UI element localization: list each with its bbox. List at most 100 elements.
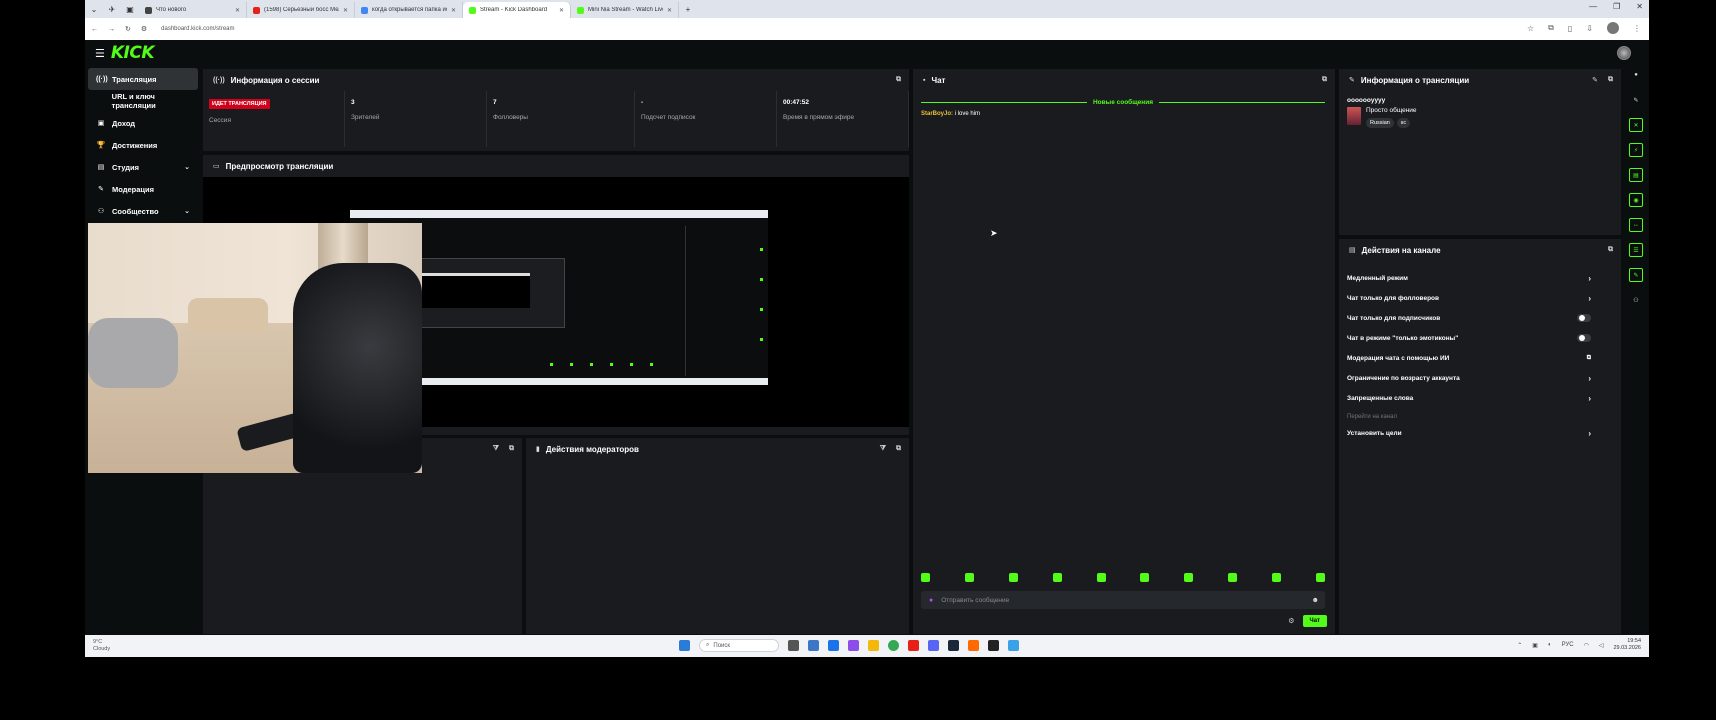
sidebar-item[interactable]: ⚇ Сообщество ⌄ bbox=[88, 200, 198, 222]
sidebar-item[interactable]: URL и ключ трансляции bbox=[88, 90, 198, 112]
tab-close-icon[interactable]: ✕ bbox=[235, 7, 240, 14]
goto-channel-link[interactable]: Перейти на канал bbox=[1347, 414, 1397, 420]
pinned-tab-icon[interactable]: ✈ bbox=[103, 0, 121, 18]
language-indicator[interactable]: РУС bbox=[1562, 642, 1574, 648]
clock[interactable]: 19:54 29.03.2026 bbox=[1613, 638, 1641, 652]
channel-action-row[interactable]: Медленный режим › bbox=[1347, 269, 1591, 287]
quick-emote-icon[interactable] bbox=[1008, 573, 1018, 582]
quick-emote-icon[interactable] bbox=[1315, 573, 1325, 582]
chevron-down-icon[interactable]: ⌄ bbox=[184, 207, 190, 215]
app-icon-2[interactable] bbox=[828, 640, 839, 651]
quick-emote-icon[interactable] bbox=[964, 573, 974, 582]
profile-avatar[interactable] bbox=[1607, 22, 1619, 34]
app-icon-3[interactable] bbox=[848, 640, 859, 651]
popout-actions-icon[interactable]: ⧉ bbox=[1608, 246, 1613, 254]
filter-icon[interactable]: ⧩ bbox=[493, 445, 499, 453]
toggle-switch[interactable] bbox=[1577, 314, 1591, 322]
start-icon[interactable] bbox=[679, 640, 690, 651]
channel-action-row[interactable]: Модерация чата с помощью ИИ ⧉ bbox=[1347, 349, 1591, 367]
tray-app-icon[interactable]: ▣ bbox=[1532, 642, 1538, 649]
kick-logo[interactable]: KICK bbox=[111, 43, 155, 63]
emoji-picker-icon[interactable]: ☻ bbox=[1312, 597, 1319, 604]
chat-send-button[interactable]: Чат bbox=[1302, 615, 1327, 627]
close-window-icon[interactable]: ✕ bbox=[1636, 2, 1643, 11]
quick-emote-icon[interactable] bbox=[1184, 573, 1194, 582]
chat-settings-icon[interactable]: ⚙ bbox=[1288, 617, 1294, 625]
sidebar-item[interactable]: ▤ Студия ⌄ bbox=[88, 156, 198, 178]
maximize-icon[interactable]: ❐ bbox=[1613, 2, 1620, 11]
site-info-icon[interactable]: ⚙ bbox=[141, 25, 147, 33]
quick-emote-icon[interactable] bbox=[1272, 573, 1281, 582]
user-avatar[interactable] bbox=[1617, 46, 1631, 60]
quick-emote-icon[interactable] bbox=[921, 573, 930, 582]
url-field[interactable]: dashboard.kick.com/stream bbox=[161, 26, 234, 32]
quick-emote-icon[interactable] bbox=[1140, 573, 1150, 582]
pencil-icon[interactable]: ✎ bbox=[1629, 93, 1643, 107]
quick-emote-icon[interactable] bbox=[1052, 573, 1062, 582]
tab-close-icon[interactable]: ✕ bbox=[667, 7, 672, 14]
tab-menu-icon[interactable]: ⌄ bbox=[85, 0, 103, 18]
tray-app-icon-2[interactable]: ◐ bbox=[1548, 642, 1552, 648]
popout-icon-2[interactable]: ⧉ bbox=[509, 445, 514, 453]
filter-icon-2[interactable]: ⧩ bbox=[880, 445, 886, 453]
edge-icon[interactable] bbox=[1008, 640, 1019, 651]
rail-doc-icon[interactable]: ▤ bbox=[1629, 168, 1643, 182]
browser-menu-icon[interactable]: ⋮ bbox=[1633, 24, 1641, 33]
hamburger-menu-icon[interactable]: ☰ bbox=[95, 47, 105, 60]
chat-input[interactable]: ● Отправить сообщение ☻ bbox=[921, 591, 1325, 609]
browser-tab[interactable]: Mini Nia Stream - Watch Live o... ✕ bbox=[571, 2, 679, 18]
rail-collapse-icon[interactable]: ↔ bbox=[1629, 218, 1643, 232]
rail-list-icon[interactable]: ☰ bbox=[1629, 243, 1643, 257]
back-icon[interactable]: ← bbox=[91, 26, 98, 33]
tab-close-icon[interactable]: ✕ bbox=[343, 7, 348, 14]
rail-users-icon[interactable]: ⚇ bbox=[1629, 293, 1643, 307]
network-icon[interactable]: ◠ bbox=[1584, 642, 1589, 649]
volume-icon[interactable]: ◁ bbox=[1599, 642, 1604, 649]
popout-chat-icon[interactable]: ⧉ bbox=[1322, 76, 1327, 84]
sidebar-item[interactable]: ✎ Модерация bbox=[88, 178, 198, 200]
new-tab-icon[interactable]: + bbox=[679, 0, 697, 18]
stream-tag[interactable]: Russian bbox=[1366, 118, 1394, 128]
quick-emote-icon[interactable] bbox=[1228, 573, 1238, 582]
popout-info-icon[interactable]: ⧉ bbox=[1608, 76, 1613, 84]
browser-tab[interactable]: (1598) Серьезный босс Мелл... ✕ bbox=[247, 2, 355, 18]
forward-icon[interactable]: → bbox=[108, 26, 115, 33]
taskview-icon[interactable] bbox=[788, 640, 799, 651]
obs-icon[interactable] bbox=[988, 640, 999, 651]
chevron-down-icon[interactable]: ⌄ bbox=[184, 163, 190, 171]
channel-action-row[interactable]: Чат только для подписчиков bbox=[1347, 309, 1591, 327]
rail-bolt-icon[interactable]: ⚡ bbox=[1629, 143, 1643, 157]
popout-icon-3[interactable]: ⧉ bbox=[896, 445, 901, 453]
channel-action-row[interactable]: Чат только для фолловеров › bbox=[1347, 289, 1591, 307]
popout-icon[interactable]: ⧉ bbox=[896, 76, 901, 84]
pinned-tab-icon-2[interactable]: ▣ bbox=[121, 0, 139, 18]
stream-tag[interactable]: кс bbox=[1396, 118, 1411, 128]
chat-badge-icon[interactable]: ● bbox=[929, 597, 933, 604]
sidebar-icon[interactable]: ▯ bbox=[1568, 24, 1572, 33]
explorer-icon[interactable] bbox=[868, 640, 879, 651]
sidebar-item[interactable]: ▣ Доход bbox=[88, 112, 198, 134]
app-icon-4[interactable] bbox=[968, 640, 979, 651]
sidebar-item[interactable]: ((·)) Трансляция bbox=[88, 68, 198, 90]
edit-icon[interactable]: ✎ bbox=[1592, 76, 1598, 84]
rail-chat-icon[interactable]: ◉ bbox=[1629, 193, 1643, 207]
browser-tab[interactable]: Что нового ✕ bbox=[139, 2, 247, 18]
reload-icon[interactable]: ↻ bbox=[125, 25, 131, 33]
chat-username[interactable]: StarBoyJo: bbox=[921, 111, 953, 117]
rail-close-icon[interactable]: ✕ bbox=[1629, 118, 1643, 132]
youtube-icon[interactable] bbox=[908, 640, 919, 651]
taskbar-search[interactable]: ⌕ Поиск bbox=[699, 639, 779, 652]
chrome-icon[interactable] bbox=[888, 640, 899, 651]
downloads-icon[interactable]: ⇩ bbox=[1586, 24, 1593, 33]
weather-widget[interactable]: 9°C Cloudy bbox=[93, 639, 110, 653]
info-icon[interactable]: ● bbox=[1629, 68, 1643, 82]
discord-icon[interactable] bbox=[928, 640, 939, 651]
external-link-icon[interactable]: ⧉ bbox=[1587, 355, 1591, 362]
quick-emote-icon[interactable] bbox=[1096, 573, 1106, 582]
minimize-icon[interactable]: — bbox=[1589, 2, 1597, 11]
tab-close-icon[interactable]: ✕ bbox=[559, 7, 564, 14]
steam-icon[interactable] bbox=[948, 640, 959, 651]
rail-wrench-icon[interactable]: ✎ bbox=[1629, 268, 1643, 282]
browser-tab[interactable]: Stream - Kick Dashboard ✕ bbox=[463, 2, 571, 18]
tab-close-icon[interactable]: ✕ bbox=[451, 7, 456, 14]
